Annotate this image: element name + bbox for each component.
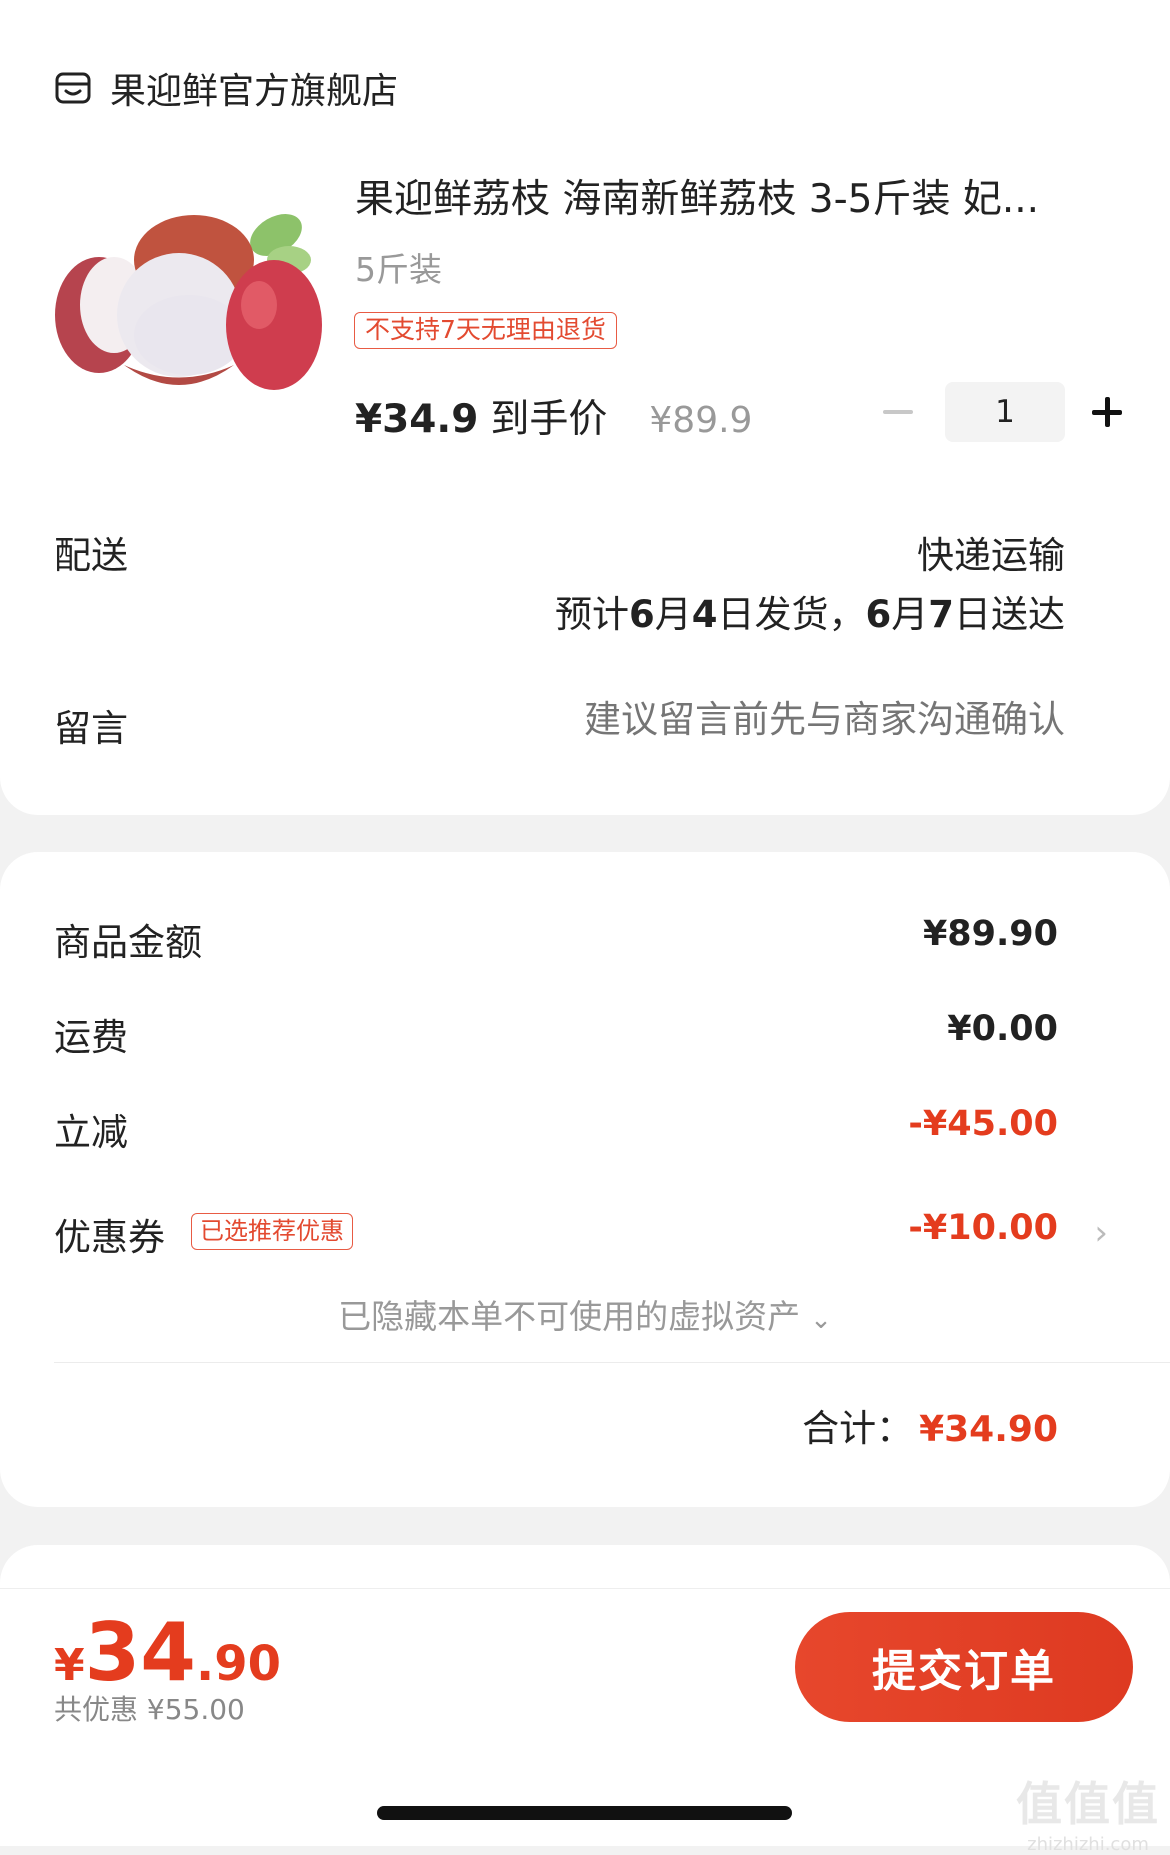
arrive-month: 6	[865, 593, 892, 636]
delivery-method[interactable]: 快递运输	[917, 525, 1065, 579]
ship-month: 6	[629, 593, 655, 636]
shipping-fee-label: 运费	[54, 1016, 128, 1059]
final-price: ¥34.9	[355, 397, 479, 442]
increase-quantity-button[interactable]	[1087, 382, 1127, 442]
watermark: 值值值 zhizhizhi.com	[1016, 1768, 1160, 1855]
pay-currency: ¥	[54, 1640, 85, 1691]
quantity-value[interactable]: 1	[945, 382, 1065, 442]
total-saving: 共优惠 ¥55.00	[54, 1693, 245, 1726]
coupon-label[interactable]: 优惠券	[54, 1207, 165, 1261]
home-indicator[interactable]	[377, 1806, 792, 1820]
minus-icon	[883, 410, 913, 414]
price-row: ¥34.9 到手价 ¥89.9	[355, 388, 752, 444]
store-icon	[55, 72, 91, 104]
total-label: 合计：	[802, 1407, 914, 1450]
chevron-down-icon: ⌄	[810, 1305, 832, 1335]
goods-amount-value: ¥89.90	[922, 914, 1058, 954]
ship-month-char: 月	[654, 593, 692, 636]
product-image[interactable]	[54, 165, 324, 435]
final-price-label: 到手价	[490, 397, 608, 442]
divider	[54, 1362, 1170, 1363]
coupon-value[interactable]: -¥10.00	[908, 1208, 1058, 1248]
store-name: 果迎鲜官方旗舰店	[110, 71, 399, 112]
goods-amount-label: 商品金额	[54, 921, 202, 964]
instant-discount-value: -¥45.00	[908, 1104, 1058, 1144]
message-label: 留言	[54, 707, 128, 750]
sku-label[interactable]: 5斤装	[355, 243, 442, 291]
total-value: ¥34.90	[919, 1409, 1058, 1450]
decrease-quantity-button[interactable]	[873, 382, 923, 442]
hidden-assets-text: 已隐藏本单不可使用的虚拟资产	[338, 1297, 801, 1336]
submit-order-button[interactable]: 提交订单	[795, 1612, 1133, 1722]
watermark-logo: 值值值	[1016, 1777, 1160, 1831]
instant-discount-label: 立减	[54, 1111, 128, 1154]
arrive-day: 7	[928, 593, 954, 636]
delivery-eta: 预计6月4日发货，6月7日送达	[555, 584, 1065, 638]
original-price: ¥89.9	[649, 400, 753, 441]
shipping-fee-value: ¥0.00	[947, 1009, 1058, 1049]
quantity-stepper: 1	[873, 382, 1127, 442]
coupon-recommended-badge: 已选推荐优惠	[191, 1213, 353, 1250]
watermark-url: zhizhizhi.com	[1027, 1834, 1149, 1855]
message-input[interactable]	[505, 698, 1065, 741]
delivery-label: 配送	[54, 534, 128, 577]
pay-decimal: .90	[195, 1636, 281, 1692]
hidden-assets-toggle[interactable]: 已隐藏本单不可使用的虚拟资产 ⌄	[0, 1290, 1170, 1338]
no-return-badge: 不支持7天无理由退货	[354, 312, 617, 349]
eta-end: 日送达	[954, 593, 1065, 636]
ship-day: 4	[691, 593, 718, 636]
arrive-month-char: 月	[891, 593, 929, 636]
pay-amount: ¥ 34 .90	[54, 1606, 281, 1699]
product-title[interactable]: 果迎鲜荔枝 海南新鲜荔枝 3-5斤装 妃...	[355, 168, 1107, 224]
eta-prefix: 预计	[555, 593, 629, 636]
store-header[interactable]: 果迎鲜官方旗舰店	[54, 62, 398, 114]
eta-mid: 日发货，	[717, 593, 866, 636]
order-item-card: 果迎鲜官方旗舰店 果迎鲜荔枝 海南新鲜荔枝 3-5斤装 妃... 5斤装 不支持…	[0, 0, 1170, 815]
pay-integer: 34	[84, 1606, 196, 1699]
total-row: 合计： ¥34.90	[802, 1398, 1058, 1452]
chevron-right-icon[interactable]: ›	[1094, 1213, 1108, 1253]
